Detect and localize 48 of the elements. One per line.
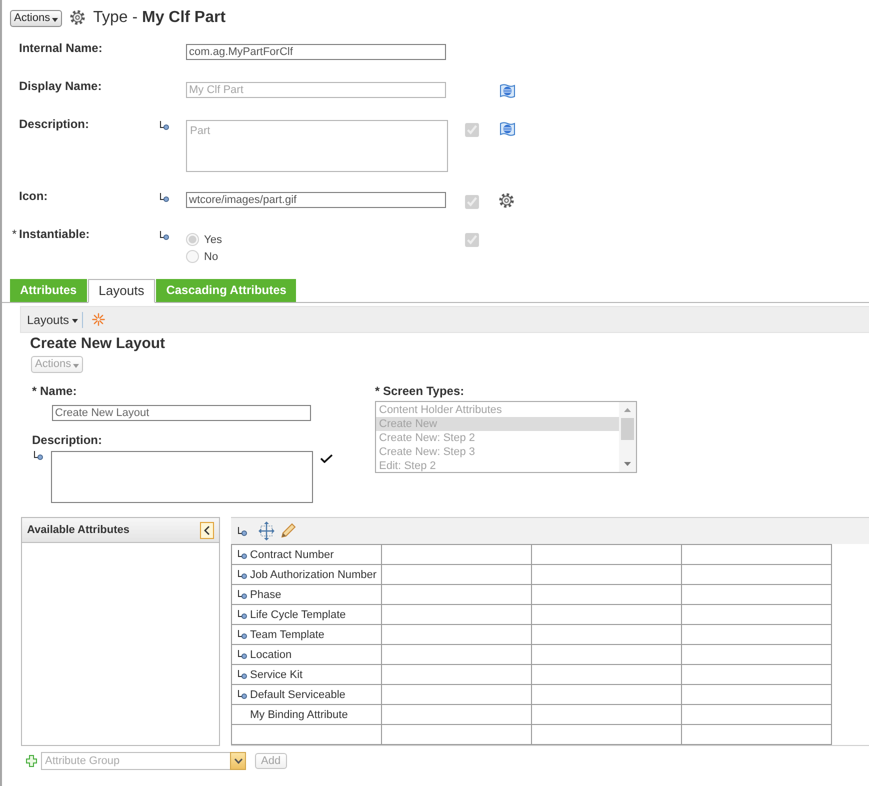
attribute-name: Phase (250, 588, 282, 602)
tab[interactable]: Attributes (10, 279, 87, 302)
field-label: Internal Name: (19, 41, 102, 55)
attribute-name: My Binding Attribute (250, 708, 348, 722)
checkmark-icon (320, 454, 333, 463)
field-label: Display Name: (19, 79, 102, 93)
sparkle-icon[interactable] (92, 313, 106, 326)
move-arrows-icon[interactable] (258, 521, 275, 541)
chevron-left-icon[interactable] (200, 522, 214, 538)
actions-button[interactable]: Actions (10, 10, 62, 27)
text-area[interactable] (51, 451, 313, 503)
field-label: Instantiable: (19, 227, 90, 241)
branch-dot-icon[interactable] (237, 526, 247, 536)
field-label: * Name: (32, 384, 77, 398)
pencil-icon[interactable] (280, 523, 296, 539)
attribute-name: Location (250, 648, 292, 662)
attribute-name: Default Serviceable (250, 688, 346, 702)
plus-icon[interactable] (26, 755, 37, 767)
attribute-name: Team Template (250, 628, 324, 642)
radio-label: No (204, 250, 218, 262)
attribute-name: Service Kit (250, 668, 303, 682)
gear-icon[interactable] (499, 193, 514, 208)
globe-flag-icon[interactable] (499, 121, 516, 137)
gear-icon[interactable] (70, 10, 86, 25)
field-label: Icon: (19, 189, 48, 203)
page-title: Type - My Clf Part (93, 9, 226, 27)
chevron-down-icon (234, 758, 242, 764)
radio-label: Yes (204, 234, 222, 246)
caret-icon (72, 318, 78, 322)
text-field[interactable]: Create New Layout (52, 405, 311, 421)
attribute-group-field[interactable]: Attribute Group (41, 752, 230, 770)
tab[interactable]: Layouts (88, 279, 156, 303)
caret-icon (52, 18, 58, 22)
tab[interactable]: Cascading Attributes (156, 279, 296, 302)
caret-icon (73, 364, 80, 368)
attribute-name: Contract Number (250, 548, 334, 562)
text-field[interactable]: wtcore/images/part.gif (186, 192, 446, 208)
dropdown-button[interactable] (230, 752, 246, 770)
field-label: Description: (32, 433, 102, 447)
field-label: * Screen Types: (375, 384, 464, 398)
panel-title: Available Attributes (27, 524, 130, 536)
field-label: Description: (19, 117, 90, 131)
required-mark: * (12, 227, 17, 241)
section-title: Create New Layout (30, 335, 166, 353)
layouts-menu[interactable]: Layouts (27, 312, 78, 326)
text-field[interactable]: com.ag.MyPartForClf (186, 44, 446, 60)
attribute-name: Life Cycle Template (250, 608, 346, 622)
attribute-name: Job Authorization Number (250, 568, 377, 582)
